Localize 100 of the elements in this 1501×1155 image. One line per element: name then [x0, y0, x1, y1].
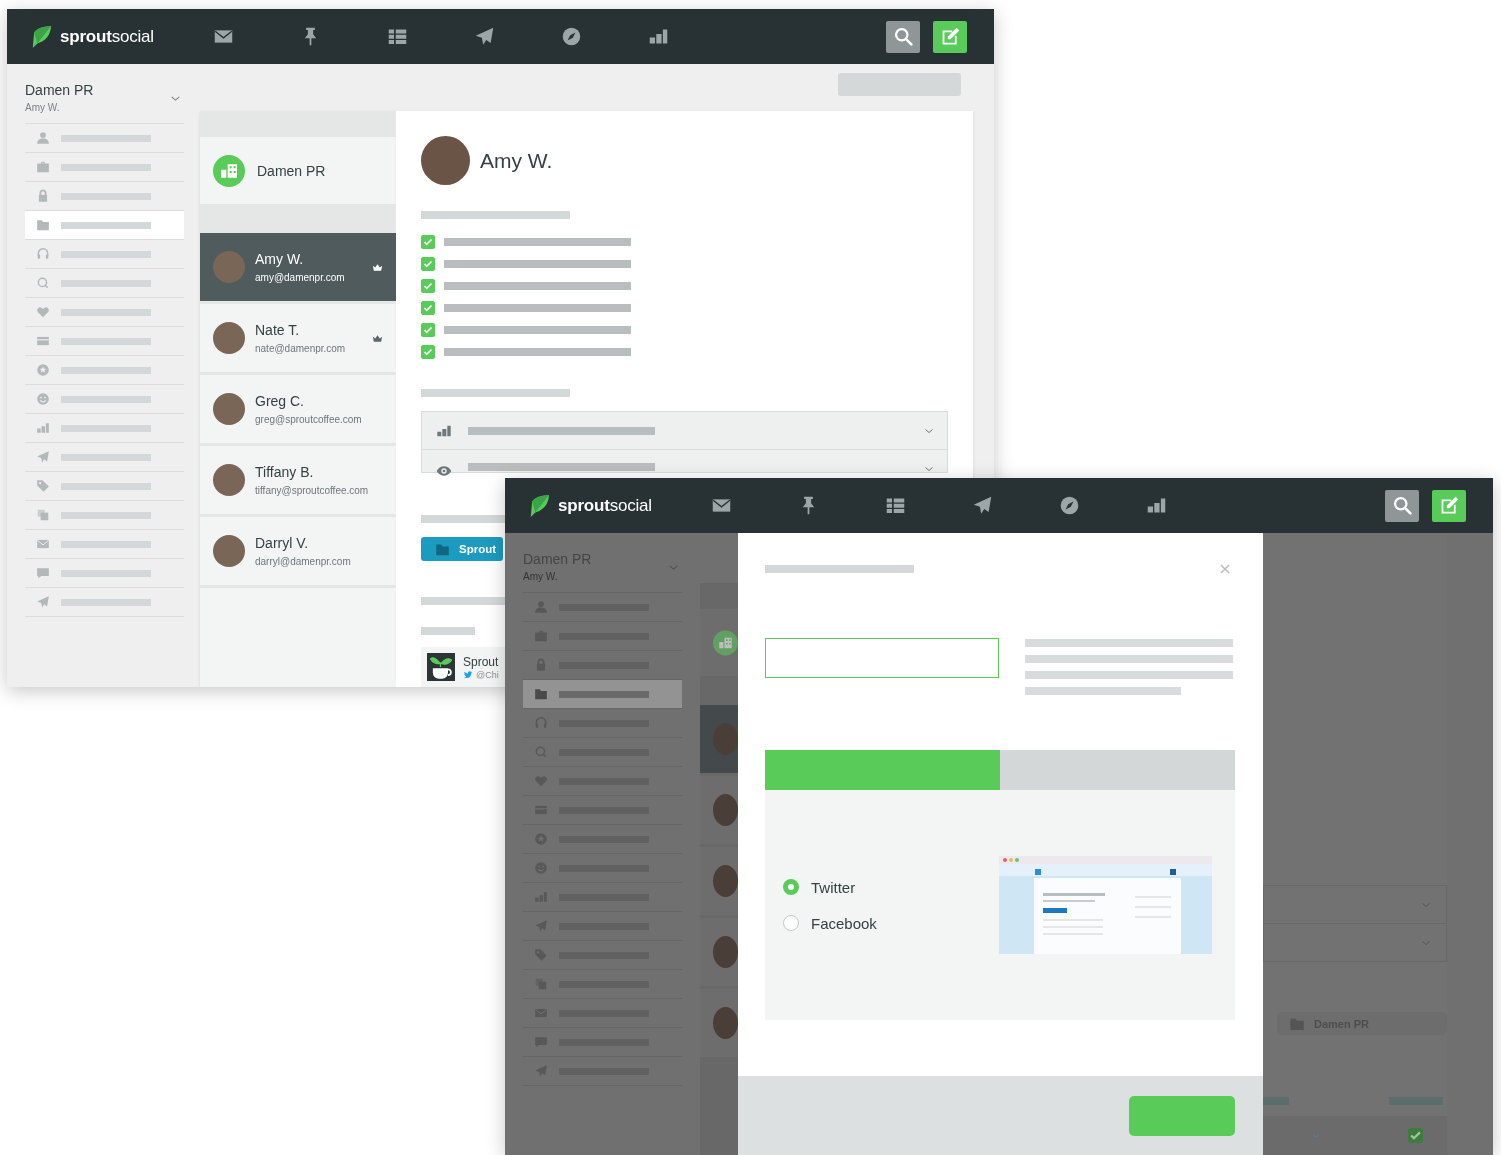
primary-button[interactable] — [1129, 1095, 1235, 1136]
sidebar-item[interactable] — [523, 680, 682, 709]
user-item[interactable] — [700, 705, 738, 773]
paper-plane-icon — [36, 450, 50, 464]
building-icon — [213, 154, 245, 187]
group-name: Damen PR — [257, 162, 326, 179]
avatar — [421, 136, 470, 185]
text-placeholder — [1389, 1097, 1443, 1105]
person-icon — [534, 600, 548, 614]
person-icon — [36, 131, 50, 145]
search-button[interactable] — [1385, 489, 1419, 522]
copy-icon — [534, 977, 548, 991]
group-item[interactable]: Damen PR — [200, 137, 396, 204]
checkmark-icon — [422, 280, 434, 292]
user-email: tiffany@sproutcoffee.com — [255, 485, 370, 496]
user-item[interactable]: Tiffany B. tiffany@sproutcoffee.com — [200, 446, 396, 514]
compass-icon[interactable] — [561, 26, 582, 47]
lock-icon — [36, 189, 50, 203]
logo-text: sproutsocial — [558, 495, 652, 516]
option-label: Twitter — [811, 878, 856, 896]
headset-icon — [534, 716, 548, 730]
account-name: Damen PR — [25, 82, 94, 98]
checkmark-icon — [422, 346, 434, 358]
crown-icon — [372, 261, 383, 273]
smiley-icon — [36, 392, 50, 406]
copy-icon — [36, 508, 50, 522]
logo-text: sproutsocial — [60, 26, 154, 47]
button-placeholder[interactable] — [838, 73, 961, 96]
user-item[interactable]: Darryl V. darryl@damenpr.com — [200, 517, 396, 585]
profile-card[interactable]: Sprout @Chi — [421, 647, 507, 687]
card-icon — [534, 803, 548, 817]
checkbox[interactable] — [421, 257, 435, 271]
plant-mug-icon — [427, 653, 455, 681]
option-label: Facebook — [811, 914, 877, 932]
checkmark-icon — [422, 236, 434, 248]
profile-card-name: Sprout — [463, 654, 499, 669]
avatar — [713, 723, 738, 755]
avatar — [213, 322, 245, 354]
compose-button[interactable] — [933, 20, 967, 53]
avatar — [713, 794, 738, 826]
paper-plane-icon — [534, 1064, 548, 1078]
checkbox[interactable] — [421, 323, 435, 337]
checkbox[interactable] — [1408, 1128, 1423, 1143]
user-item[interactable]: Nate T. nate@damenpr.com — [200, 304, 396, 372]
bar-chart-icon — [36, 421, 50, 435]
chat-bubble-icon — [534, 1035, 548, 1049]
compose-button[interactable] — [1432, 489, 1466, 522]
smiley-icon — [534, 861, 548, 875]
leaf-logo-icon — [528, 493, 550, 518]
envelope-icon — [534, 1006, 548, 1020]
user-email: darryl@damenpr.com — [255, 556, 352, 567]
avatar — [713, 1007, 738, 1039]
user-item[interactable] — [700, 776, 738, 844]
checkbox[interactable] — [421, 279, 435, 293]
chat-bubble-icon — [36, 566, 50, 580]
bird-icon — [463, 669, 473, 680]
search-button[interactable] — [886, 20, 920, 53]
user-name: Greg C. — [255, 393, 305, 409]
user-email: nate@damenpr.com — [255, 343, 347, 354]
user-item[interactable]: Greg C. greg@sproutcoffee.com — [200, 375, 396, 443]
text-placeholder — [421, 627, 475, 635]
radio-button[interactable] — [783, 915, 799, 931]
checkbox[interactable] — [421, 345, 435, 359]
paper-plane-icon — [36, 595, 50, 609]
crown-icon — [372, 332, 383, 344]
close-icon[interactable] — [1218, 562, 1232, 576]
checkmark-icon — [422, 258, 434, 270]
search-icon — [892, 26, 914, 47]
paper-plane-icon[interactable] — [474, 26, 495, 47]
avatar — [213, 251, 245, 283]
user-name: Amy W. — [255, 251, 305, 267]
user-name: Tiffany B. — [255, 464, 315, 480]
profile-name: Amy W. — [480, 148, 553, 173]
account-user: Amy W. — [523, 571, 559, 582]
user-email: greg@sproutcoffee.com — [255, 414, 363, 425]
avatar — [713, 865, 738, 897]
paper-plane-icon — [534, 919, 548, 933]
user-name: Nate T. — [255, 322, 301, 338]
checkbox[interactable] — [421, 235, 435, 249]
checkmark-icon — [422, 324, 434, 336]
briefcase-icon — [534, 629, 548, 643]
lock-icon — [534, 658, 548, 672]
bar-chart-icon — [534, 890, 548, 904]
paper-plane-icon[interactable] — [972, 495, 993, 516]
checkbox[interactable] — [421, 301, 435, 315]
briefcase-icon — [36, 160, 50, 174]
tag-icon — [36, 479, 50, 493]
profile-handle: @Chi — [476, 669, 499, 680]
input-field[interactable] — [765, 638, 999, 678]
user-item[interactable] — [700, 847, 738, 915]
heart-icon — [534, 774, 548, 788]
headset-icon — [36, 247, 50, 261]
user-item[interactable] — [700, 989, 738, 1057]
text-placeholder — [1263, 1097, 1289, 1105]
checkmark-icon — [422, 302, 434, 314]
radio-button[interactable] — [783, 879, 799, 895]
user-item[interactable]: Amy W. amy@damenpr.com — [200, 233, 396, 301]
user-item[interactable] — [700, 918, 738, 986]
compass-icon[interactable] — [1059, 495, 1080, 516]
card-icon — [36, 334, 50, 348]
